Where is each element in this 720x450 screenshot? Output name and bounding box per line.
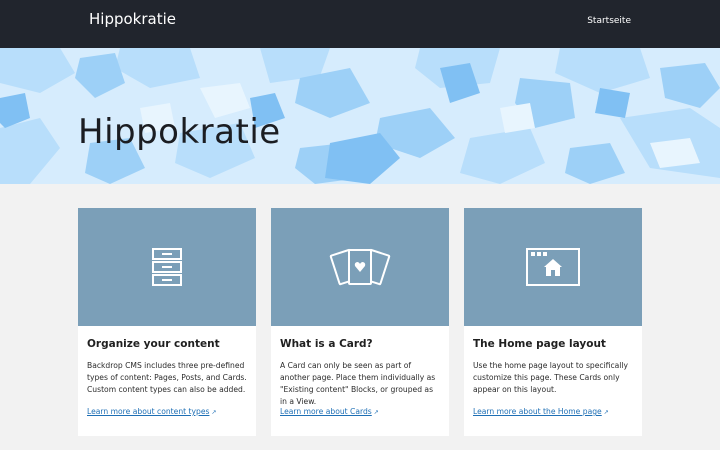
card-what-is-card: What is a Card? A Card can only be seen …: [271, 208, 449, 436]
site-name-link[interactable]: Hippokratie: [89, 9, 176, 29]
card-organize-content: Organize your content Backdrop CMS inclu…: [78, 208, 256, 436]
external-link-icon: ↗: [603, 409, 609, 416]
hero-title: Hippokratie: [78, 112, 281, 152]
external-link-icon: ↗: [373, 409, 379, 416]
card-media: [271, 208, 449, 326]
card-text: A Card can only be seen as part of anoth…: [280, 361, 436, 406]
external-link-icon: ↗: [211, 409, 217, 416]
card-link-label: Learn more about content types: [87, 407, 210, 416]
card-link-home-page[interactable]: Learn more about the Home page ↗: [473, 406, 609, 419]
card-text: Use the home page layout to specifically…: [473, 361, 629, 394]
card-link-cards[interactable]: Learn more about Cards ↗: [280, 406, 379, 419]
card-text: Backdrop CMS includes three pre-defined …: [87, 361, 247, 394]
hero-banner: Hippokratie: [0, 48, 720, 184]
card-link-label: Learn more about the Home page: [473, 407, 602, 416]
nav-item-startseite[interactable]: Startseite: [587, 14, 631, 28]
card-title: Organize your content: [87, 338, 220, 350]
file-cabinet-icon: [152, 248, 182, 286]
card-title: What is a Card?: [280, 338, 373, 350]
card-title: The Home page layout: [473, 338, 606, 350]
card-grid: Organize your content Backdrop CMS inclu…: [78, 208, 642, 450]
card-link-label: Learn more about Cards: [280, 407, 372, 416]
browser-home-icon: [526, 248, 580, 286]
card-media: [78, 208, 256, 326]
site-header: Hippokratie Startseite: [0, 0, 720, 48]
playing-cards-icon: [329, 248, 391, 286]
card-home-layout: The Home page layout Use the home page l…: [464, 208, 642, 436]
card-link-content-types[interactable]: Learn more about content types ↗: [87, 406, 216, 419]
card-media: [464, 208, 642, 326]
